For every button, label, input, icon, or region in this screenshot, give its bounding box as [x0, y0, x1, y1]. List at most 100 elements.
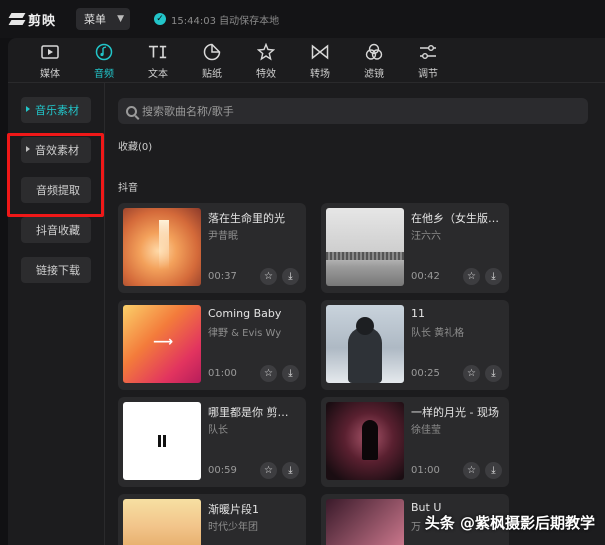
- download-icon[interactable]: ⤓: [485, 365, 502, 382]
- track-duration: 00:59: [208, 465, 237, 476]
- tab-label: 音频: [94, 69, 114, 80]
- track-title: 在他乡（女生版…: [411, 212, 499, 225]
- favorite-star-icon[interactable]: ☆: [463, 365, 480, 382]
- favorite-star-icon[interactable]: ☆: [463, 462, 480, 479]
- tab-adjust[interactable]: 调节: [401, 38, 455, 82]
- tab-label: 特效: [256, 69, 276, 80]
- track-card[interactable]: 渐暖片段1 时代少年团: [118, 494, 306, 545]
- sidebar-item-douyin-favorites[interactable]: 抖音收藏: [21, 217, 91, 243]
- album-cover: [326, 305, 404, 383]
- download-icon[interactable]: ⤓: [282, 365, 299, 382]
- tab-audio[interactable]: 音频: [77, 38, 131, 82]
- download-icon[interactable]: ⤓: [485, 462, 502, 479]
- favorite-star-icon[interactable]: ☆: [260, 268, 277, 285]
- tab-sticker[interactable]: 贴纸: [185, 38, 239, 82]
- capcut-logo-icon: [10, 12, 24, 26]
- search-bar: [118, 98, 588, 124]
- track-title: 11: [411, 307, 425, 320]
- adjust-icon: [418, 42, 438, 62]
- tab-label: 滤镜: [364, 69, 384, 80]
- sidebar-item-audio-extract[interactable]: 音频提取: [21, 177, 91, 203]
- track-artist: 律野 & Evis Wy: [208, 328, 282, 339]
- tab-label: 转场: [310, 69, 330, 80]
- download-icon[interactable]: ⤓: [485, 268, 502, 285]
- album-cover: [123, 402, 201, 480]
- app-logo: 剪映: [10, 10, 56, 29]
- tab-filter[interactable]: 滤镜: [347, 38, 401, 82]
- tab-effects[interactable]: 特效: [239, 38, 293, 82]
- track-card[interactable]: ⟶ Coming Baby 律野 & Evis Wy 01:00 ☆ ⤓: [118, 300, 306, 390]
- tab-media[interactable]: 媒体: [23, 38, 77, 82]
- favorite-star-icon[interactable]: ☆: [260, 365, 277, 382]
- media-icon: [40, 42, 60, 62]
- track-artist: 队长 黄礼格: [411, 328, 465, 339]
- track-title: Coming Baby: [208, 307, 282, 320]
- track-card[interactable]: 一样的月光 - 现场 徐佳莹 01:00 ☆ ⤓: [321, 397, 509, 487]
- favorite-star-icon[interactable]: ☆: [463, 268, 480, 285]
- tab-label: 调节: [418, 69, 438, 80]
- asset-panel: 媒体 音频 文本 贴纸 特效 转场 滤镜 调节 音乐素材 音效素材 音频提取 抖…: [7, 38, 605, 545]
- menu-button[interactable]: 菜单 ▼: [76, 8, 131, 30]
- sidebar-item-sound-effects[interactable]: 音效素材: [21, 137, 91, 163]
- sidebar-item-label: 音效素材: [35, 144, 79, 157]
- check-icon: ✓: [154, 13, 167, 25]
- track-duration: 00:37: [208, 271, 237, 282]
- transition-icon: [310, 42, 330, 62]
- album-cover: ⟶: [123, 305, 201, 383]
- caret-right-icon: [26, 146, 30, 152]
- sidebar-item-label: 抖音收藏: [36, 224, 80, 237]
- track-title: 落在生命里的光: [208, 212, 285, 225]
- track-card[interactable]: 落在生命里的光 尹昔眠 00:37 ☆ ⤓: [118, 203, 306, 293]
- sidebar-divider: [104, 83, 105, 545]
- section-title: 抖音: [118, 183, 138, 194]
- album-cover: [123, 208, 201, 286]
- search-input[interactable]: [142, 104, 562, 118]
- track-artist: 尹昔眠: [208, 231, 238, 242]
- watermark: 头条 @紫枫摄影后期教学: [424, 514, 595, 532]
- album-cover: [123, 499, 201, 545]
- track-title: 渐暖片段1: [208, 503, 259, 516]
- pause-icon[interactable]: [156, 435, 168, 447]
- title-bar: 剪映 菜单 ▼ ✓ 15:44:03 自动保存本地: [0, 0, 605, 38]
- sidebar-item-label: 音频提取: [36, 184, 80, 197]
- sidebar-item-label: 音乐素材: [35, 104, 79, 117]
- chevron-down-icon: ▼: [117, 14, 125, 24]
- track-artist: 徐佳莹: [411, 425, 441, 436]
- download-icon[interactable]: ⤓: [282, 268, 299, 285]
- tab-label: 贴纸: [202, 69, 222, 80]
- tab-transition[interactable]: 转场: [293, 38, 347, 82]
- track-title: 一样的月光 - 现场: [411, 406, 499, 419]
- text-icon: [148, 42, 168, 62]
- sidebar-item-music[interactable]: 音乐素材: [21, 97, 91, 123]
- track-duration: 00:42: [411, 271, 440, 282]
- album-cover: [326, 499, 404, 545]
- track-card[interactable]: 在他乡（女生版… 汪六六 00:42 ☆ ⤓: [321, 203, 509, 293]
- track-artist: 汪六六: [411, 231, 441, 242]
- category-tabs: 媒体 音频 文本 贴纸 特效 转场 滤镜 调节: [8, 38, 605, 82]
- filter-icon: [364, 42, 384, 62]
- track-card[interactable]: 11 队长 黄礼格 00:25 ☆ ⤓: [321, 300, 509, 390]
- track-title: 哪里都是你 剪…: [208, 406, 289, 419]
- tab-label: 文本: [148, 69, 168, 80]
- track-card[interactable]: 哪里都是你 剪… 队长 00:59 ☆ ⤓: [118, 397, 306, 487]
- app-name: 剪映: [28, 13, 57, 29]
- menu-label: 菜单: [84, 13, 107, 26]
- save-status-text: 15:44:03 自动保存本地: [171, 15, 280, 27]
- tab-text[interactable]: 文本: [131, 38, 185, 82]
- download-icon[interactable]: ⤓: [282, 462, 299, 479]
- favorite-star-icon[interactable]: ☆: [260, 462, 277, 479]
- track-duration: 00:25: [411, 368, 440, 379]
- caret-right-icon: [26, 106, 30, 112]
- favorites-link[interactable]: 收藏(0): [118, 138, 152, 153]
- tab-label: 媒体: [40, 69, 60, 80]
- sidebar-item-label: 链接下载: [36, 264, 80, 277]
- sticker-icon: [202, 42, 222, 62]
- track-artist: 队长: [208, 425, 228, 436]
- track-duration: 01:00: [411, 465, 440, 476]
- track-artist: 时代少年团: [208, 522, 258, 533]
- sidebar-item-link-download[interactable]: 链接下载: [21, 257, 91, 283]
- track-duration: 01:00: [208, 368, 237, 379]
- save-status: ✓ 15:44:03 自动保存本地: [154, 12, 279, 27]
- audio-icon: [94, 42, 114, 62]
- album-cover: [326, 402, 404, 480]
